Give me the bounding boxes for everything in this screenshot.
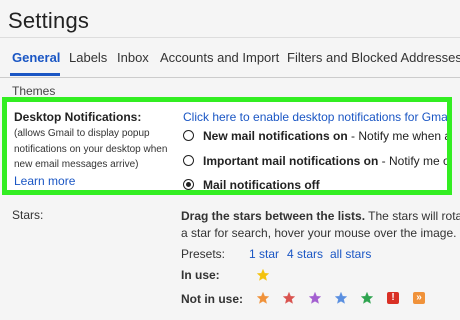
orange-star-icon[interactable] [256,291,270,305]
page-title: Settings [8,8,90,33]
stars-instructions-rest: The stars will rotate [368,209,460,223]
tab-labels[interactable]: Labels [69,50,107,65]
notifications-content: Desktop Notifications: (allows Gmail to … [7,102,447,190]
new-mail-notifications-label: New mail notifications on [203,129,348,143]
preset-4-stars[interactable]: 4 stars [287,247,323,261]
red-bang-icon[interactable]: ! [387,292,399,304]
blue-star-icon[interactable] [334,291,348,305]
enable-desktop-notifications-link[interactable]: Click here to enable desktop notificatio… [183,110,447,124]
preset-all-stars[interactable]: all stars [330,247,371,261]
header-divider [0,37,460,38]
tab-filters-and-blocked-addresses[interactable]: Filters and Blocked Addresses [287,50,460,65]
mail-notifications-off-radio[interactable] [183,179,194,190]
learn-more-link[interactable]: Learn more [14,174,75,188]
tab-inbox[interactable]: Inbox [117,50,149,65]
important-mail-notifications-desc: - Notify me only when [381,154,447,168]
desktop-notifications-section: Desktop Notifications: (allows Gmail to … [2,97,452,195]
red-star-icon[interactable] [282,291,296,305]
important-mail-notifications-option[interactable]: Important mail notifications on - Notify… [183,154,447,168]
active-tab-indicator [10,73,60,76]
tab-accounts-and-import[interactable]: Accounts and Import [160,50,279,65]
stars-instructions-line2: a star for search, hover your mouse over… [181,226,457,240]
preset-1-star[interactable]: 1 star [249,247,279,261]
yellow-star-icon[interactable] [256,268,270,282]
not-in-use-label: Not in use: [181,292,243,306]
stars-instructions-bold: Drag the stars between the lists. [181,209,366,223]
new-mail-notifications-radio[interactable] [183,130,194,141]
new-mail-notifications-desc: - Notify me when any new [351,129,447,143]
purple-star-icon[interactable] [308,291,322,305]
settings-tabs: General Labels Inbox Accounts and Import… [0,48,460,78]
mail-notifications-off-label: Mail notifications off [203,178,320,190]
desktop-notifications-heading: Desktop Notifications: [14,110,142,124]
tab-general[interactable]: General [12,50,60,65]
mail-notifications-off-option[interactable]: Mail notifications off [183,178,320,190]
green-star-icon[interactable] [360,291,374,305]
new-mail-notifications-option[interactable]: New mail notifications on - Notify me wh… [183,129,447,143]
important-mail-notifications-radio[interactable] [183,155,194,166]
in-use-label: In use: [181,268,220,282]
stars-setting-label: Stars: [12,208,44,222]
desktop-notifications-description: (allows Gmail to display popup notificat… [14,128,168,170]
important-mail-notifications-label: Important mail notifications on [203,154,379,168]
themes-link[interactable]: Themes [12,84,55,98]
stars-description: Drag the stars between the lists. The st… [181,208,460,242]
tabs-divider [0,77,460,78]
presets-label: Presets: [181,247,226,261]
orange-guillemet-icon[interactable]: » [413,292,425,304]
